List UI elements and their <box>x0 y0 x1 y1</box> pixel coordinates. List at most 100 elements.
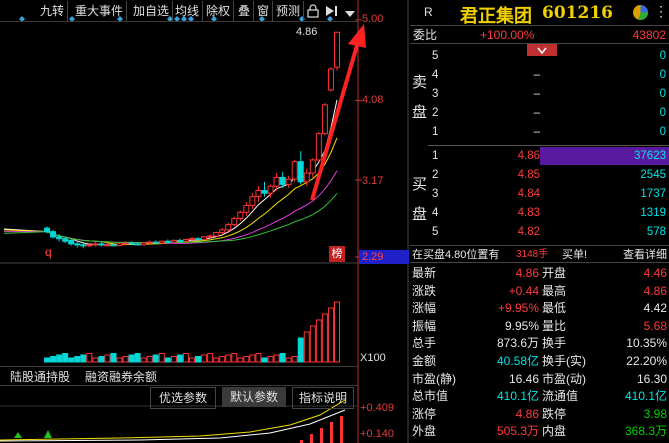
toolbar-overlay-button[interactable]: 叠 <box>235 1 255 21</box>
toolbar-add-watchlist-button[interactable]: 加自选 <box>130 1 174 21</box>
candle-body <box>261 190 268 194</box>
volume-bar <box>201 354 208 363</box>
weibi-label: 委比 <box>413 28 438 42</box>
preferred-params-button[interactable]: 优选参数 <box>150 387 216 409</box>
stock-code: 601216 <box>542 3 613 23</box>
volume-bar <box>261 357 268 363</box>
current-price-axis-label: 2.29 <box>359 250 409 264</box>
indicator-explain-button[interactable]: 指标说明 <box>292 387 354 409</box>
jump-to-end-icon[interactable] <box>324 4 340 18</box>
toolbar-window-button[interactable]: 窗 <box>254 1 274 21</box>
candle-body <box>243 204 250 213</box>
toolbar-ma-button[interactable]: 均线 <box>172 1 204 21</box>
candle-body <box>201 236 208 241</box>
low-marker: q <box>45 245 52 259</box>
level-price: 4.85 <box>517 169 540 181</box>
candle-body <box>267 185 274 194</box>
stat-label: 最新 <box>412 266 437 280</box>
level-price: 4.82 <box>517 226 540 238</box>
stock-name: 君正集团 <box>460 6 532 27</box>
level-volume: 1319 <box>640 207 666 219</box>
level-volume: 2545 <box>640 169 666 181</box>
sell-level-row[interactable]: 2 – 0 <box>410 104 669 123</box>
indicator-bar <box>340 416 343 443</box>
view-details-link[interactable]: 查看详细 <box>623 246 667 264</box>
default-params-button[interactable]: 默认参数 <box>222 387 286 407</box>
candle-body <box>68 239 75 245</box>
volume-bar <box>309 325 316 363</box>
moving-average-line <box>3 137 338 245</box>
stat-label: 流通值 <box>542 389 579 404</box>
level-volume: 0 <box>659 126 666 138</box>
buy-level-row[interactable]: 3 4.84 1737 <box>410 185 669 204</box>
candle-body <box>122 242 129 245</box>
sell-level-row[interactable]: 3 – 0 <box>410 85 669 104</box>
buy-level-row[interactable]: 5 4.82 578 <box>410 223 669 242</box>
volume-bar <box>146 356 153 363</box>
status-volume: 3148手 <box>516 249 549 260</box>
candle-body <box>315 133 322 161</box>
toolbar-forecast-button[interactable]: 预测 <box>273 1 305 21</box>
weicha-value: 43802 <box>632 28 666 42</box>
stat-label: 涨幅 <box>412 301 437 316</box>
candle-body <box>213 232 220 237</box>
volume-bar <box>333 301 340 363</box>
volume-bar <box>207 353 214 363</box>
volume-bar <box>92 357 99 363</box>
buy-level-row[interactable]: 4 4.83 1319 <box>410 204 669 223</box>
tab-margin-balance[interactable]: 融资融券余额 <box>80 367 162 387</box>
candle-body <box>110 244 117 247</box>
volume-bar <box>50 356 57 363</box>
stat-value: 368.3万 <box>624 424 667 439</box>
level-volume: 37623 <box>634 150 666 162</box>
menu-icon[interactable]: ⋮ <box>654 3 668 20</box>
candle-body <box>249 196 256 206</box>
level-number: 5 <box>432 226 439 238</box>
quote-stat-row: 振幅 9.95% 量比 5.68 <box>410 319 669 334</box>
trend-arrow-head <box>348 24 366 48</box>
candle-body <box>44 227 51 233</box>
sell-level-row[interactable]: 1 – 0 <box>410 123 669 142</box>
sell-level-row[interactable]: 50 <box>410 47 669 66</box>
level-number: 3 <box>432 88 439 100</box>
pie-chart-icon[interactable] <box>632 4 649 21</box>
dropdown-arrow-icon[interactable] <box>344 6 356 17</box>
status-text: 在买盘4.80位置有 <box>412 249 500 261</box>
level-number: 3 <box>432 188 439 200</box>
stat-value: 5.68 <box>643 318 667 333</box>
volume-bar <box>327 307 334 363</box>
candle-body <box>116 243 123 247</box>
volume-bar <box>225 354 232 363</box>
candle-body <box>189 238 195 241</box>
toolbar-major-events-button[interactable]: 重大事件 <box>72 1 128 21</box>
buy-level-row[interactable]: 1 4.86 37623 <box>410 147 669 166</box>
volume-bar <box>255 353 262 363</box>
sell-level-row[interactable]: 4 – 0 <box>410 66 669 85</box>
level-volume: 0 <box>659 50 666 62</box>
stat-label: 最低 <box>542 301 567 316</box>
volume-bar <box>134 353 141 363</box>
candle-body <box>195 238 202 241</box>
orderbook-status-bar: 在买盘4.80位置有 3148手 买单! 查看详细 <box>410 245 669 263</box>
indicator-tab-bar: 陆股通持股 融资融券余额 <box>0 366 358 386</box>
moving-average-line <box>3 99 338 246</box>
stat-label: 最高 <box>542 283 567 298</box>
volume-bar <box>213 357 220 363</box>
candle-body <box>273 176 280 187</box>
stat-value: 410.1亿 <box>624 389 667 404</box>
candle-body <box>219 229 226 234</box>
quote-stat-row: 总手 873.6万 换手 10.35% <box>410 336 669 351</box>
stat-label: 振幅 <box>412 318 437 333</box>
candle-body <box>225 224 232 231</box>
bang-badge[interactable]: 榜 <box>329 246 345 262</box>
toolbar-jiuzhuan-button[interactable]: 九转 <box>37 1 69 21</box>
toolbar-exright-button[interactable]: 除权 <box>203 1 235 21</box>
buy-level-row[interactable]: 2 4.85 2545 <box>410 166 669 185</box>
tab-northbound-holdings[interactable]: 陆股通持股 <box>4 367 76 387</box>
volume-bar <box>189 357 195 363</box>
candle-body <box>297 161 304 183</box>
volume-bar <box>291 356 298 363</box>
level-number: 4 <box>432 69 439 81</box>
lock-icon[interactable] <box>306 4 320 18</box>
stat-value: 4.46 <box>643 266 667 280</box>
